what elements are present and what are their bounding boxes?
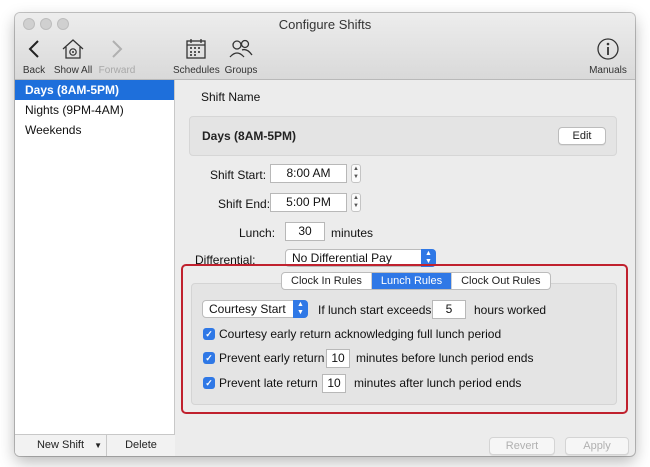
if-exceeds-label: If lunch start exceeds	[318, 303, 432, 317]
lunch-unit: minutes	[331, 226, 374, 240]
groups-button[interactable]: Groups	[223, 35, 259, 76]
info-icon	[588, 35, 628, 63]
shift-item-nights[interactable]: Nights (9PM-4AM)	[15, 100, 174, 120]
forward-label: Forward	[98, 65, 136, 76]
courtesy-return-checkbox[interactable]: ✓	[203, 328, 215, 340]
prevent-early-checkbox[interactable]: ✓	[203, 352, 215, 364]
home-gear-icon	[53, 35, 93, 63]
hours-worked-label: hours worked	[474, 303, 547, 317]
apply-button[interactable]: Apply	[565, 437, 629, 455]
lunch-label: Lunch:	[239, 226, 276, 240]
show-all-label: Show All	[53, 65, 93, 76]
courtesy-select-value: Courtesy Start	[209, 302, 286, 316]
lunch-minutes-field[interactable]: 30	[285, 222, 325, 241]
shift-item-weekends[interactable]: Weekends	[15, 120, 174, 140]
new-shift-button[interactable]: New Shift ▼	[15, 435, 107, 456]
shift-list: Days (8AM-5PM) Nights (9PM-4AM) Weekends…	[15, 80, 175, 456]
delete-shift-button[interactable]: Delete	[107, 435, 175, 456]
forward-button[interactable]: Forward	[97, 35, 137, 76]
shift-start-stepper[interactable]: ▲ ▼	[351, 164, 361, 183]
shift-end-stepper[interactable]: ▲ ▼	[351, 193, 361, 212]
new-shift-label: New Shift	[36, 439, 85, 451]
manuals-button[interactable]: Manuals	[588, 35, 628, 76]
schedules-button[interactable]: Schedules	[173, 35, 220, 76]
prevent-late-minutes-field[interactable]: 10	[322, 374, 346, 393]
shift-start-label: Shift Start:	[210, 168, 267, 182]
people-icon	[223, 35, 259, 63]
shift-name-box: Days (8AM-5PM) Edit	[189, 116, 617, 156]
show-all-button[interactable]: Show All	[53, 35, 93, 76]
groups-label: Groups	[224, 65, 258, 76]
back-label: Back	[22, 65, 46, 76]
differential-value: No Differential Pay	[292, 251, 392, 265]
chevron-right-icon	[97, 35, 137, 63]
popup-arrows-icon: ▲ ▼	[293, 300, 308, 318]
schedules-label: Schedules	[173, 65, 220, 76]
chevron-left-icon	[21, 35, 47, 63]
prevent-late-suffix: minutes after lunch period ends	[354, 376, 522, 390]
tab-clock-out-rules[interactable]: Clock Out Rules	[452, 273, 549, 289]
shift-start-field[interactable]: 8:00 AM	[270, 164, 347, 183]
courtesy-return-label: Courtesy early return acknowledging full…	[219, 327, 502, 341]
shift-name-label: Shift Name	[201, 90, 261, 104]
rules-tab-control: Clock In Rules Lunch Rules Clock Out Rul…	[281, 272, 551, 290]
prevent-early-label: Prevent early return	[219, 351, 325, 365]
exceeds-hours-field[interactable]: 5	[432, 300, 466, 319]
chevron-down-icon: ▼	[94, 441, 102, 450]
shift-end-field[interactable]: 5:00 PM	[270, 193, 347, 212]
back-button[interactable]: Back	[21, 35, 47, 76]
courtesy-select[interactable]: Courtesy Start ▲ ▼	[202, 300, 308, 318]
shift-name-value: Days (8AM-5PM)	[202, 129, 297, 143]
prevent-early-suffix: minutes before lunch period ends	[356, 351, 534, 365]
tab-lunch-rules[interactable]: Lunch Rules	[371, 273, 453, 289]
shift-end-label: Shift End:	[218, 197, 271, 211]
prevent-late-checkbox[interactable]: ✓	[203, 377, 215, 389]
shift-list-footer: New Shift ▼ Delete	[15, 434, 175, 456]
tab-clock-in-rules[interactable]: Clock In Rules	[282, 273, 372, 289]
prevent-early-minutes-field[interactable]: 10	[326, 349, 350, 368]
calendar-icon	[173, 35, 219, 63]
window-title: Configure Shifts	[278, 17, 372, 32]
edit-button[interactable]: Edit	[558, 127, 606, 145]
revert-button[interactable]: Revert	[489, 437, 555, 455]
shift-item-days[interactable]: Days (8AM-5PM)	[15, 80, 174, 100]
prevent-late-label: Prevent late return	[219, 376, 318, 390]
title-bar: Configure Shifts Back Show All Forward S…	[15, 13, 635, 80]
manuals-label: Manuals	[589, 65, 627, 76]
